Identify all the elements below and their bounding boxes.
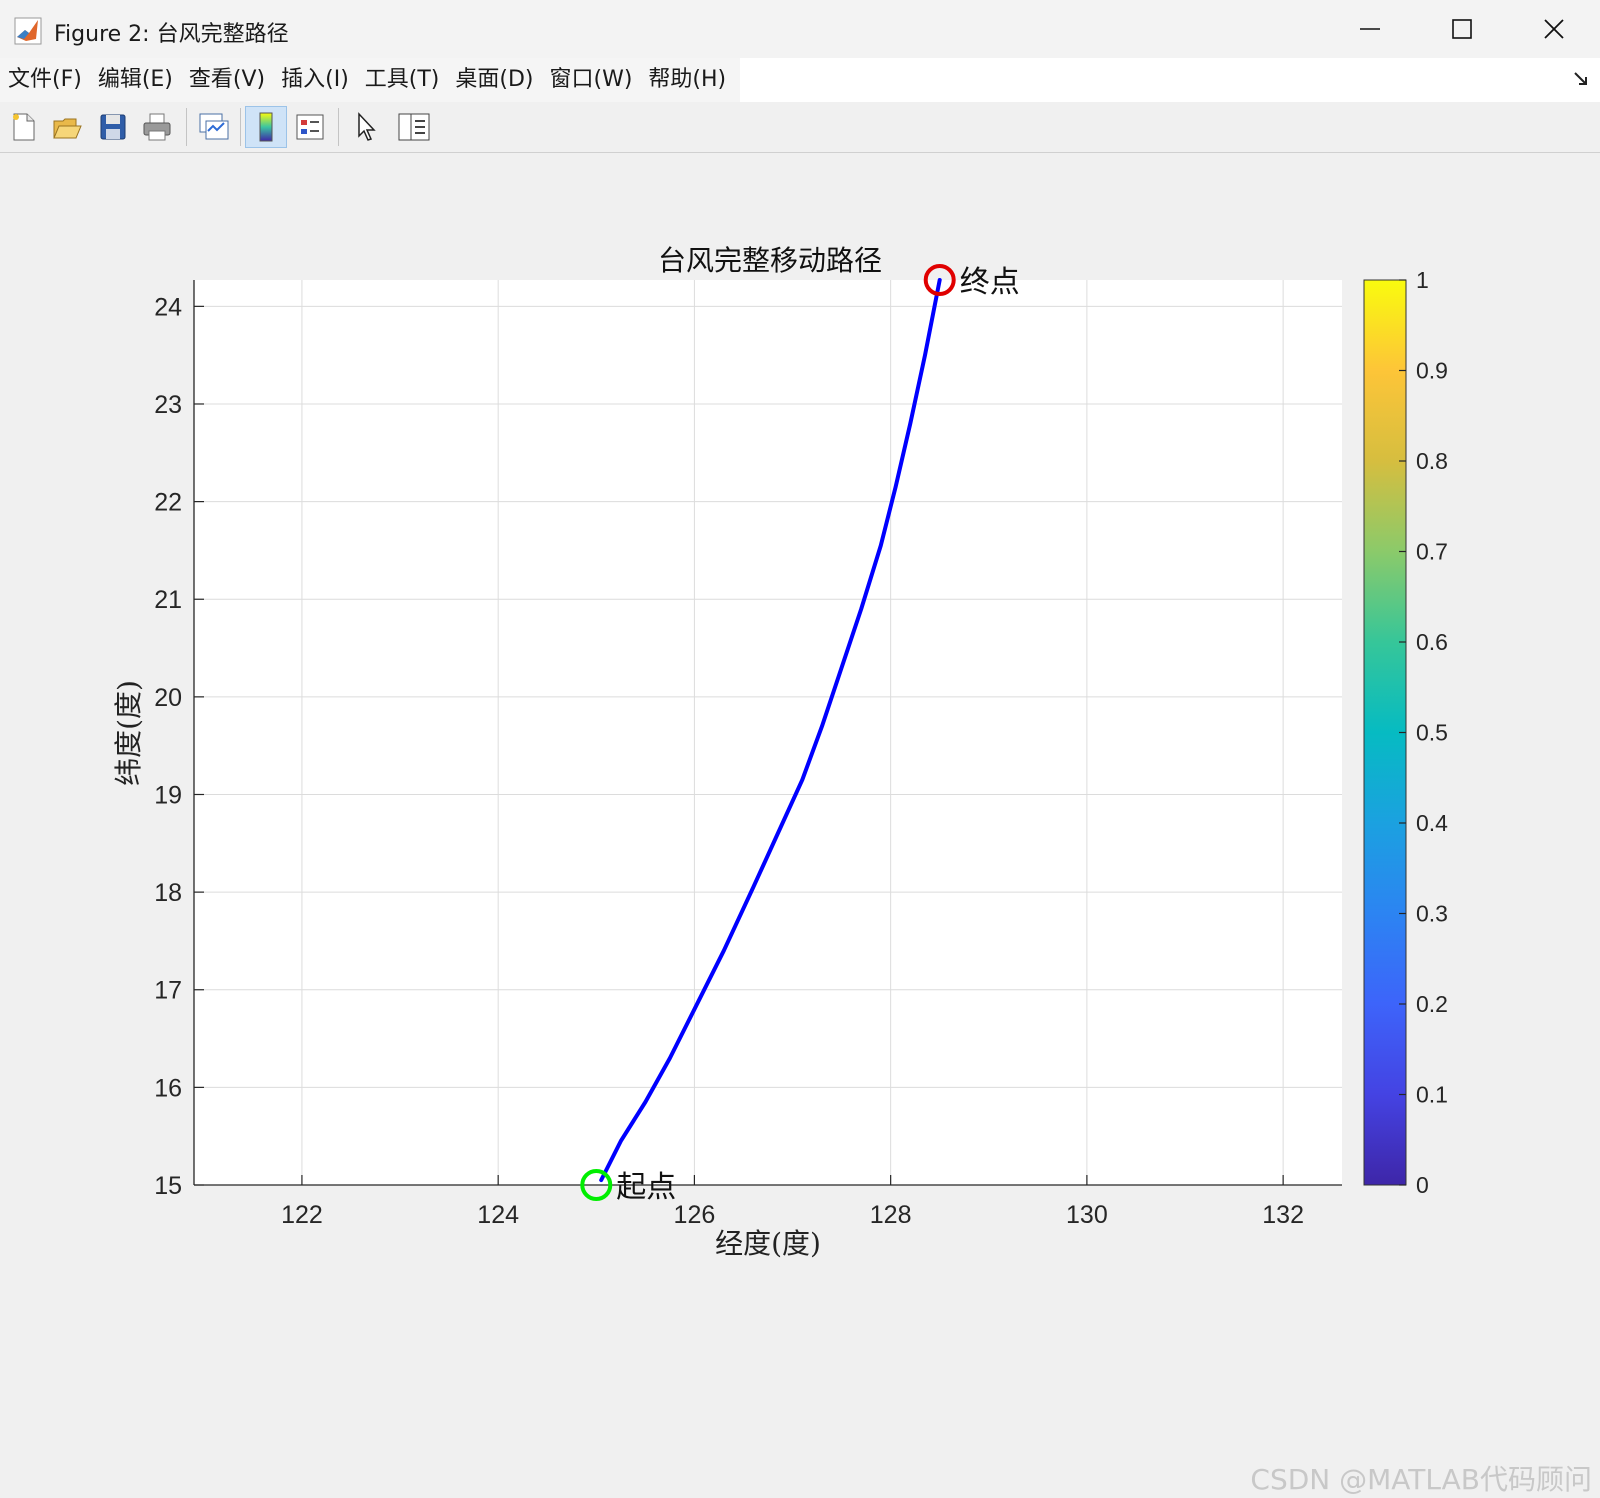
close-icon <box>1544 19 1564 39</box>
x-tick-label: 130 <box>1066 1201 1108 1229</box>
menu-edit[interactable]: 编辑(E) <box>90 58 181 102</box>
menu-help[interactable]: 帮助(H) <box>640 58 734 102</box>
colorbar-tick-label: 0.6 <box>1416 629 1448 655</box>
figure-canvas: 台风完整移动路径 122 124 126 128 130 132 15 16 17 18 19 20 2… <box>0 153 1600 1496</box>
colorbar-tick-label: 0.8 <box>1416 448 1448 474</box>
colorbar-tick-label: 0.4 <box>1416 810 1448 836</box>
chart: 台风完整移动路径 122 124 126 128 130 1321516171819202… <box>112 244 1448 1260</box>
y-tick-label: 21 <box>154 586 182 614</box>
insert-legend-button[interactable] <box>289 106 331 148</box>
colorbar-tick-label: 0.2 <box>1416 991 1448 1017</box>
y-tick-label: 23 <box>154 391 182 419</box>
toolbar-separator <box>186 108 187 146</box>
minimize-button[interactable] <box>1324 0 1416 58</box>
property-inspector-icon <box>398 113 430 141</box>
insert-legend-icon <box>296 114 324 140</box>
maximize-button[interactable] <box>1416 0 1508 58</box>
link-plot-button[interactable] <box>193 106 235 148</box>
insert-colorbar-button[interactable] <box>245 106 287 148</box>
x-tick-label: 124 <box>477 1201 519 1229</box>
matlab-logo-icon <box>14 17 42 45</box>
toolbar <box>0 102 1600 153</box>
insert-colorbar-icon <box>259 112 273 142</box>
y-tick-label: 20 <box>154 684 182 712</box>
colorbar-tick-label: 0.7 <box>1416 539 1448 565</box>
start-marker-label: 起点 <box>616 1170 676 1205</box>
property-inspector-button[interactable] <box>393 106 435 148</box>
plot-area <box>194 280 1342 1185</box>
save-button[interactable] <box>92 106 134 148</box>
menu-bar: 文件(F) 编辑(E) 查看(V) 插入(I) 工具(T) 桌面(D) 窗口(W… <box>0 58 1600 103</box>
pointer-button[interactable] <box>344 106 386 148</box>
end-marker-label: 终点 <box>960 265 1020 300</box>
x-tick-label: 132 <box>1262 1201 1304 1229</box>
menu-desktop[interactable]: 桌面(D) <box>447 58 541 102</box>
new-figure-button[interactable] <box>2 106 44 148</box>
colorbar-tick-label: 0.1 <box>1416 1082 1448 1108</box>
menu-tools[interactable]: 工具(T) <box>357 58 448 102</box>
menu-list: 文件(F) 编辑(E) 查看(V) 插入(I) 工具(T) 桌面(D) 窗口(W… <box>0 58 741 102</box>
minimize-icon <box>1360 28 1380 30</box>
chart-title: 台风完整移动路径 <box>658 244 882 277</box>
menu-insert[interactable]: 插入(I) <box>273 58 357 102</box>
save-icon <box>100 114 126 140</box>
y-tick-label: 18 <box>154 879 182 907</box>
y-tick-label: 16 <box>154 1074 182 1102</box>
colorbar-tick-label: 0 <box>1416 1172 1429 1198</box>
y-axis-label: 纬度(度) <box>112 680 145 786</box>
open-file-button[interactable] <box>46 106 88 148</box>
dock-arrow-icon[interactable] <box>1572 70 1590 88</box>
title-bar[interactable]: Figure 2: 台风完整路径 <box>0 0 1600 58</box>
x-tick-label: 122 <box>281 1201 323 1229</box>
pointer-icon <box>358 112 376 141</box>
menu-window[interactable]: 窗口(W) <box>542 58 641 102</box>
colorbar-tick-label: 0.5 <box>1416 720 1448 746</box>
colorbar-tick-label: 0.9 <box>1416 358 1448 384</box>
colorbar-tick-label: 1 <box>1416 267 1429 293</box>
print-button[interactable] <box>136 106 178 148</box>
toolbar-separator <box>240 108 241 146</box>
link-plot-icon <box>199 113 229 140</box>
colorbar-tick-label: 0.3 <box>1416 901 1448 927</box>
new-figure-icon <box>13 113 35 141</box>
y-tick-label: 22 <box>154 489 182 517</box>
menu-file[interactable]: 文件(F) <box>0 58 90 102</box>
maximize-icon <box>1452 19 1472 39</box>
y-tick-label: 24 <box>154 293 182 321</box>
x-axis-label: 经度(度) <box>715 1227 821 1260</box>
toolbar-separator <box>338 108 339 146</box>
y-tick-label: 17 <box>154 977 182 1005</box>
open-file-icon <box>53 118 82 139</box>
y-tick-label: 15 <box>154 1172 182 1200</box>
y-tick-label: 19 <box>154 781 182 809</box>
menu-view[interactable]: 查看(V) <box>181 58 273 102</box>
x-tick-label: 126 <box>674 1201 716 1229</box>
print-icon <box>143 113 171 141</box>
x-tick-label: 128 <box>870 1201 912 1229</box>
watermark-text: CSDN @MATLAB代码顾问 <box>1250 1463 1592 1496</box>
close-button[interactable] <box>1508 0 1600 58</box>
figure-window: Figure 2: 台风完整路径 文件(F) 编辑(E) 查看(V) 插入(I)… <box>0 0 1600 1496</box>
window-title: Figure 2: 台风完整路径 <box>54 22 289 47</box>
